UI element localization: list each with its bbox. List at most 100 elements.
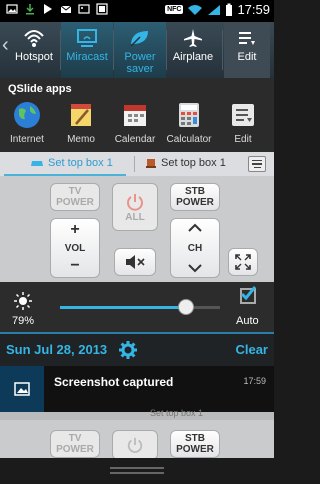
- remote-menu-button[interactable]: [248, 156, 266, 172]
- mail-icon: [60, 5, 72, 13]
- notification-screenshot[interactable]: Screenshot captured 17:59: [0, 366, 274, 412]
- menu-line: [252, 163, 262, 165]
- tab-divider: [134, 156, 135, 172]
- volume-up-icon[interactable]: +: [70, 222, 79, 238]
- quick-settings-bar: ‹ Hotspot Miracast Power saver Airplane: [0, 22, 274, 78]
- divider: [222, 30, 223, 70]
- channel-down-icon[interactable]: [187, 263, 203, 273]
- qs-power-saver[interactable]: Power saver: [114, 22, 166, 78]
- qslide-app-internet[interactable]: Internet: [0, 100, 54, 145]
- edit-list-icon: [232, 104, 254, 126]
- stb-power-button[interactable]: STB POWER: [170, 183, 220, 211]
- play-store-icon: [44, 4, 52, 14]
- auto-brightness-label: Auto: [236, 315, 259, 327]
- all-power-button[interactable]: ALL: [112, 183, 158, 231]
- tab-label: Set top box 1: [48, 157, 113, 169]
- edit-icon: [239, 32, 255, 45]
- date-text: Sun Jul 28, 2013: [6, 342, 108, 357]
- download-icon: [26, 4, 34, 15]
- menu-line: [252, 159, 262, 162]
- brightness-slider-thumb[interactable]: [178, 299, 195, 315]
- qs-airplane[interactable]: Airplane: [167, 22, 219, 78]
- power-icon: [127, 193, 143, 211]
- qs-miracast-label: Miracast: [66, 51, 108, 63]
- tab-label: Set top box 1: [161, 157, 226, 169]
- channel-up-icon[interactable]: [187, 223, 203, 233]
- qslide-app-memo[interactable]: Memo: [54, 100, 108, 145]
- notification-thumbnail: [0, 366, 44, 412]
- qs-miracast[interactable]: Miracast: [61, 22, 113, 78]
- date-bar: Sun Jul 28, 2013 Clear: [0, 332, 274, 366]
- panel-drag-handle[interactable]: [0, 458, 274, 484]
- qs-airplane-label: Airplane: [172, 51, 214, 63]
- internet-globe-icon: [14, 102, 40, 128]
- qslide-app-calendar-label: Calendar: [114, 134, 156, 145]
- menu-line: [253, 166, 261, 169]
- image-icon: [78, 4, 90, 14]
- qslide-app-calculator[interactable]: Calculator: [162, 100, 216, 145]
- ghost-tv-power-label: TV POWER: [56, 433, 94, 455]
- tv-power-label: TV POWER: [56, 186, 94, 208]
- qs-hotspot-label: Hotspot: [15, 51, 53, 63]
- calendar-icon: [124, 105, 146, 126]
- channel-label: CH: [187, 242, 203, 254]
- expand-icon: [235, 254, 251, 270]
- qslide-app-edit-label: Edit: [234, 134, 252, 145]
- power-icon: [127, 437, 143, 453]
- qslide-panel: QSlide apps Internet Memo Calendar Calcu…: [0, 78, 274, 152]
- screenshot-icon: [96, 3, 108, 15]
- settings-gear-icon[interactable]: [119, 341, 137, 359]
- mute-icon: [126, 255, 145, 269]
- qslide-app-edit[interactable]: Edit: [216, 100, 270, 145]
- brightness-slider[interactable]: [60, 299, 220, 315]
- photo-icon: [6, 4, 18, 14]
- qs-power-saver-label: Power saver: [124, 51, 156, 75]
- qslide-title: QSlide apps: [8, 83, 72, 95]
- ghost-stb-power-label: STB POWER: [176, 433, 214, 455]
- nfc-badge: NFC: [165, 5, 184, 14]
- miracast-icon: [77, 29, 97, 47]
- qslide-app-memo-label: Memo: [67, 134, 95, 145]
- tab-set-top-box-active[interactable]: Set top box 1: [30, 157, 113, 169]
- volume-label: VOL: [64, 242, 86, 254]
- brightness-panel: 79% Auto: [0, 282, 274, 332]
- qs-edit-label: Edit: [237, 51, 257, 63]
- qslide-app-calendar[interactable]: Calendar: [108, 100, 162, 145]
- brightness-slider-fill: [60, 306, 187, 309]
- all-label: ALL: [125, 211, 145, 223]
- ghost-tab-label: Set top box 1: [150, 408, 204, 418]
- notification-title: Screenshot captured: [54, 375, 174, 389]
- wifi-hotspot-icon: [24, 30, 44, 47]
- checkmark-icon: [240, 286, 256, 301]
- volume-down-icon[interactable]: −: [70, 258, 79, 274]
- auto-brightness-checkbox[interactable]: [240, 286, 256, 304]
- cell-signal-icon: [208, 4, 221, 15]
- tab-set-top-box-2[interactable]: Set top box 1: [145, 157, 226, 169]
- qs-edit[interactable]: Edit: [224, 22, 270, 78]
- set-top-box-icon: [146, 159, 156, 168]
- ghost-tab-strip: Set top box 1: [0, 408, 274, 420]
- qs-hotspot[interactable]: Hotspot: [8, 22, 60, 78]
- system-icons: NFC 17:59: [165, 2, 270, 17]
- battery-icon: [226, 3, 233, 16]
- volume-rocker[interactable]: + VOL −: [50, 218, 100, 278]
- image-icon: [14, 382, 30, 396]
- clock: 17:59: [237, 2, 270, 17]
- tv-power-button[interactable]: TV POWER: [50, 183, 100, 211]
- clear-notifications-button[interactable]: Clear: [235, 342, 268, 357]
- brightness-value: 79%: [12, 315, 35, 327]
- ghost-stb-power-button: STB POWER: [170, 430, 220, 458]
- ghost-power-button: [112, 430, 158, 460]
- qslide-app-internet-label: Internet: [10, 134, 44, 145]
- stb-power-label: STB POWER: [176, 186, 214, 208]
- set-top-box-icon: [31, 161, 43, 166]
- expand-remote-button[interactable]: [228, 248, 258, 276]
- handle-line: [110, 472, 164, 474]
- quick-remote-panel: Set top box 1 Set top box 1 TV POWER ALL…: [0, 152, 274, 282]
- calculator-icon: [179, 103, 199, 127]
- qslide-app-calculator-label: Calculator: [166, 134, 212, 145]
- channel-rocker[interactable]: CH: [170, 218, 220, 278]
- notification-time: 17:59: [243, 376, 266, 386]
- status-bar: NFC 17:59: [0, 0, 274, 22]
- mute-button[interactable]: [114, 248, 156, 276]
